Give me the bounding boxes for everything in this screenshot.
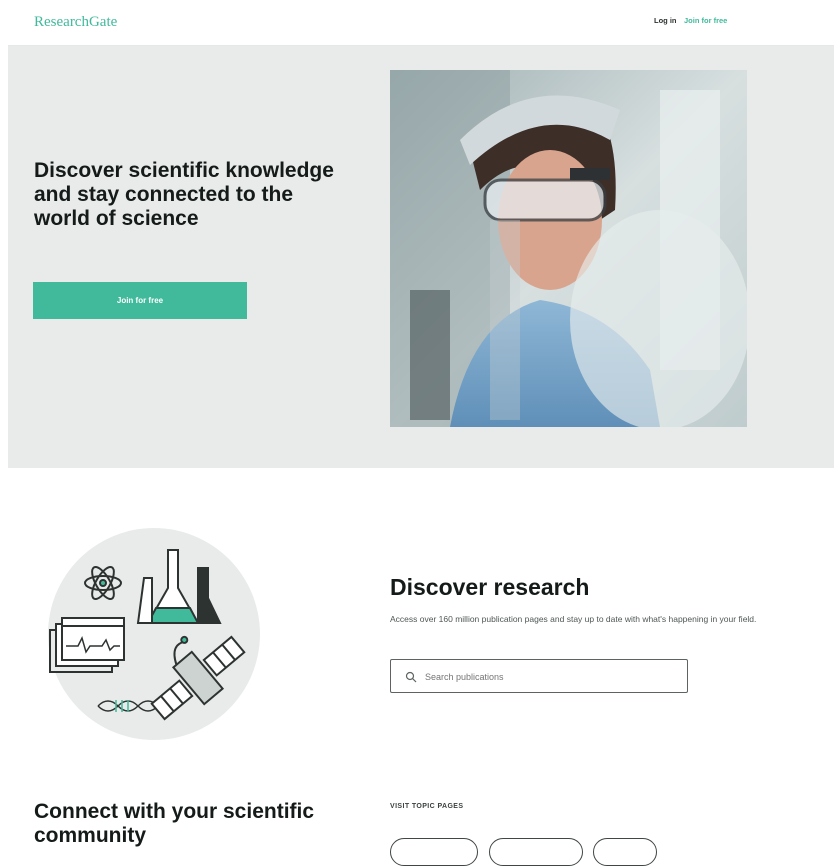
- monitor-chart-icon: [49, 617, 125, 673]
- join-link[interactable]: Join for free: [684, 16, 727, 25]
- researchgate-logo[interactable]: ResearchGate: [34, 14, 117, 31]
- discover-research-description: Access over 160 million publication page…: [390, 614, 757, 624]
- discover-research-title: Discover research: [390, 574, 590, 600]
- page-edge: [0, 0, 8, 850]
- search-box[interactable]: [390, 659, 688, 693]
- hero-scientist-photo: [390, 70, 747, 427]
- topic-chip[interactable]: [390, 838, 478, 866]
- hero-title: Discover scientific knowledge and stay c…: [34, 159, 334, 230]
- search-input[interactable]: [423, 661, 677, 693]
- search-icon: [405, 671, 417, 683]
- science-illustration: [48, 528, 260, 740]
- site-header: ResearchGate Log in Join for free: [8, 0, 834, 46]
- topic-chip[interactable]: [489, 838, 583, 866]
- join-button[interactable]: Join for free: [33, 282, 247, 319]
- visit-topic-pages-label: VISIT TOPIC PAGES: [390, 803, 464, 810]
- login-link[interactable]: Log in: [654, 16, 677, 25]
- connect-community-title: Connect with your scientific community: [34, 800, 315, 847]
- hero-section: Discover scientific knowledge and stay c…: [8, 46, 834, 468]
- topic-chip[interactable]: [593, 838, 657, 866]
